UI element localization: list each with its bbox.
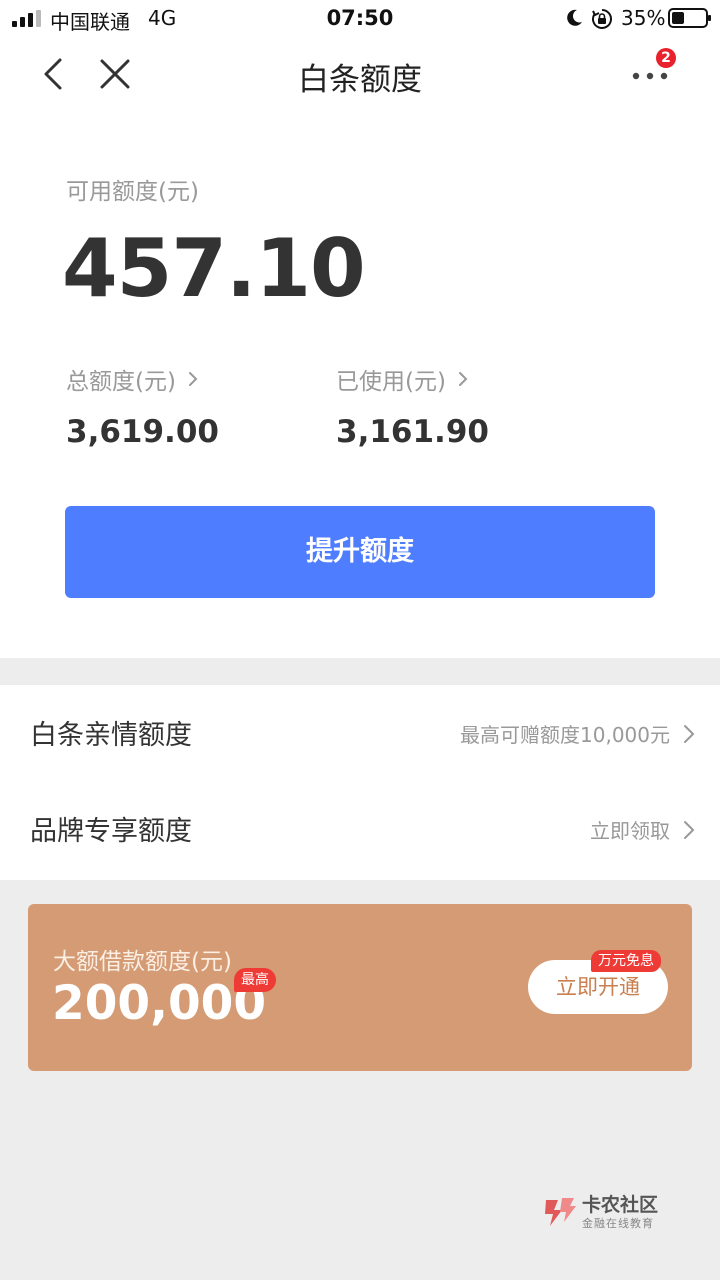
interest-free-tag: 万元免息 <box>591 950 661 972</box>
carrier-name: 中国联通 <box>50 10 130 34</box>
chevron-right-icon <box>684 820 695 839</box>
signal-icon <box>12 10 41 27</box>
credit-options-list: 白条亲情额度 最高可赠额度10,000元 品牌专享额度 立即领取 <box>0 685 720 880</box>
raise-credit-button[interactable]: 提升额度 <box>65 506 655 598</box>
available-credit-value: 457.10 <box>62 222 366 315</box>
chevron-right-icon <box>188 372 198 386</box>
list-item-hint: 最高可赠额度10,000元 <box>460 723 670 747</box>
watermark-subtitle: 金融在线教育 <box>582 1217 654 1230</box>
page: 中国联通 4G 07:50 35% 白条额度 2 可用额度(元) 457.10 … <box>0 0 720 1280</box>
battery-icon <box>668 8 711 28</box>
watermark-name: 卡农社区 <box>582 1194 659 1216</box>
max-tag: 最高 <box>234 968 276 992</box>
close-icon[interactable] <box>98 56 132 92</box>
total-credit[interactable]: 总额度(元) 3,619.00 <box>66 362 219 450</box>
chevron-right-icon <box>684 724 695 743</box>
available-credit-label: 可用额度(元) <box>66 179 199 205</box>
credit-summary-card: 可用额度(元) 457.10 总额度(元) 3,619.00 已使用(元) 3,… <box>0 112 720 658</box>
total-credit-label: 总额度(元) <box>66 369 176 395</box>
loan-label: 大额借款额度(元) <box>53 949 232 975</box>
used-credit[interactable]: 已使用(元) 3,161.90 <box>336 362 489 450</box>
list-item-family-credit[interactable]: 白条亲情额度 最高可赠额度10,000元 <box>0 685 720 781</box>
list-item-brand-credit[interactable]: 品牌专享额度 立即领取 <box>0 781 720 877</box>
rotation-lock-icon <box>592 9 612 29</box>
moon-icon <box>567 9 582 26</box>
watermark: 卡农社区 金融在线教育 <box>540 1190 670 1236</box>
used-credit-value: 3,161.90 <box>336 414 489 450</box>
chevron-right-icon <box>458 372 468 386</box>
total-credit-value: 3,619.00 <box>66 414 219 450</box>
notification-badge: 2 <box>656 48 676 68</box>
list-item-hint: 立即领取 <box>590 819 670 843</box>
used-credit-label: 已使用(元) <box>336 369 446 395</box>
nav-bar: 白条额度 2 <box>0 36 720 112</box>
kanong-logo-icon <box>545 1198 576 1226</box>
list-item-title: 品牌专享额度 <box>30 816 192 847</box>
loan-banner[interactable]: 大额借款额度(元) 200,000 最高 立即开通 万元免息 <box>28 904 692 1071</box>
network-type: 4G <box>148 6 177 30</box>
status-bar: 中国联通 4G 07:50 35% <box>0 0 720 36</box>
back-icon[interactable] <box>38 54 68 94</box>
battery-percent: 35% <box>621 6 666 30</box>
list-item-title: 白条亲情额度 <box>30 720 192 751</box>
